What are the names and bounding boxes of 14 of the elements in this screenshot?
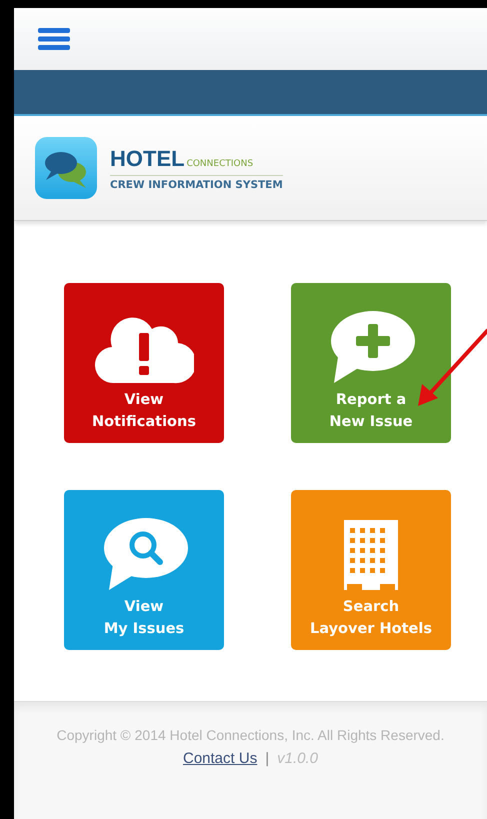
menu-tile[interactable]: Search Layover Hotels <box>291 490 451 650</box>
contact-link[interactable]: Contact Us <box>183 750 258 767</box>
separator: | <box>265 750 270 767</box>
copyright-text: Copyright © 2014 Hotel Connections, Inc. All Rights Reserved. <box>56 726 446 745</box>
version-text: v1.0.0 <box>277 750 318 767</box>
menu-tile[interactable]: Report a New Issue <box>291 283 451 443</box>
menu-tile[interactable]: View Notifications <box>64 283 224 443</box>
menu-icon[interactable] <box>38 28 70 50</box>
menu-tile[interactable]: View My Issues <box>64 490 224 650</box>
brand-suffix: CONNECTIONS <box>186 158 254 168</box>
brand-name: HOTEL <box>110 146 185 172</box>
building-icon <box>342 518 400 592</box>
brand-tagline: CREW INFORMATION SYSTEM <box>110 178 283 190</box>
chat-logo-icon <box>34 136 98 200</box>
